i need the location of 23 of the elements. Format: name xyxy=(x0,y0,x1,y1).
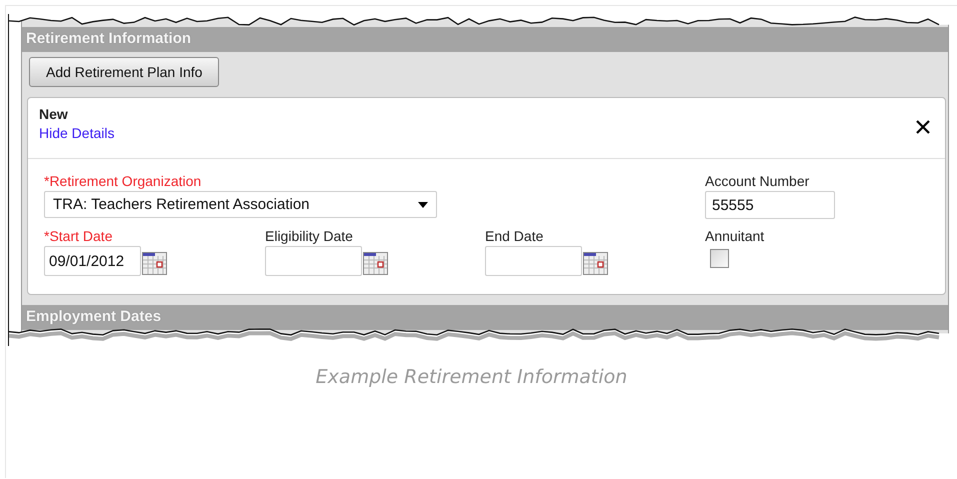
section-header: Retirement Information xyxy=(22,27,948,52)
date-field[interactable] xyxy=(485,246,582,276)
close-icon[interactable] xyxy=(915,119,931,135)
checkbox[interactable] xyxy=(710,249,729,268)
date-field[interactable]: 09/01/2012 xyxy=(44,246,141,276)
caret-icon xyxy=(418,202,428,208)
section-header: Employment Dates xyxy=(22,305,948,330)
calendar-icon[interactable] xyxy=(363,252,388,275)
field-label: Annuitant xyxy=(705,228,766,244)
field-label: *Start Date xyxy=(44,228,114,244)
calendar-icon[interactable] xyxy=(583,252,608,275)
organization-dropdown[interactable]: TRA: Teachers Retirement Association xyxy=(44,191,437,218)
calendar-icon[interactable] xyxy=(142,252,167,275)
date-field[interactable] xyxy=(265,246,362,276)
field-label: *Retirement Organization xyxy=(44,173,202,189)
hide-details-link[interactable]: Hide Details xyxy=(39,125,114,141)
field-label: Eligibility Date xyxy=(265,228,354,244)
field-label: End Date xyxy=(485,228,544,244)
add-plan-button[interactable]: Add Retirement Plan Info xyxy=(29,57,220,87)
field-label: Account Number xyxy=(705,173,810,189)
figure-caption: Example Retirement Information xyxy=(314,366,628,388)
record-title: New xyxy=(39,106,69,122)
input-field[interactable]: 55555 xyxy=(705,191,835,219)
